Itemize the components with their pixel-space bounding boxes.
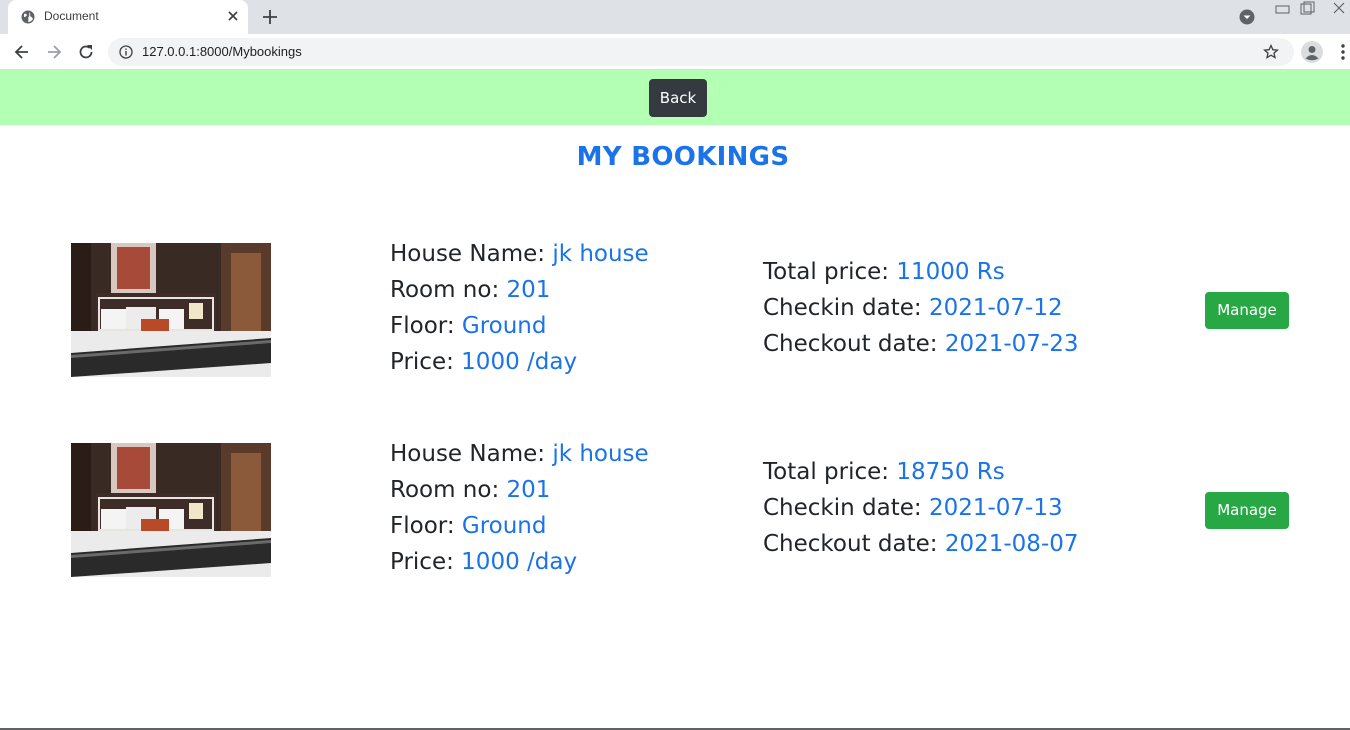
house-name-row: House Name: jk house xyxy=(390,436,649,472)
floor-label: Floor: xyxy=(390,513,462,539)
house-name-label: House Name: xyxy=(390,241,553,267)
checkin-row: Checkin date: 2021-07-12 xyxy=(763,290,1079,326)
manage-button[interactable]: Manage xyxy=(1205,492,1289,529)
room-no-row: Room no: 201 xyxy=(390,272,649,308)
total-price-value: 18750 Rs xyxy=(896,459,1005,485)
room-no-label: Room no: xyxy=(390,277,507,303)
house-name-value: jk house xyxy=(552,241,649,267)
checkin-value: 2021-07-12 xyxy=(928,295,1063,321)
house-name-row: House Name: jk house xyxy=(390,236,649,272)
checkout-value: 2021-08-07 xyxy=(944,531,1079,557)
checkout-row: Checkout date: 2021-07-23 xyxy=(763,326,1079,362)
booking-card: House Name: jk house Room no: 201 Floor:… xyxy=(0,430,1350,580)
info-icon[interactable] xyxy=(119,45,133,59)
price-row: Price: 1000 /day xyxy=(390,544,649,580)
profile-avatar-icon[interactable] xyxy=(1301,41,1323,63)
price-label: Price: xyxy=(390,549,462,575)
forward-arrow-icon[interactable] xyxy=(44,42,64,62)
close-icon[interactable] xyxy=(224,7,242,25)
total-price-value: 11000 Rs xyxy=(896,259,1005,285)
booking-card: House Name: jk house Room no: 201 Floor:… xyxy=(0,230,1350,380)
room-no-label: Room no: xyxy=(390,477,507,503)
room-no-value: 201 xyxy=(506,477,551,503)
tab-title: Document xyxy=(44,9,99,23)
browser-toolbar: 127.0.0.1:8000/Mybookings xyxy=(0,34,1350,70)
room-details: House Name: jk house Room no: 201 Floor:… xyxy=(390,236,649,380)
top-nav-bar: Back xyxy=(0,70,1350,125)
url-text[interactable]: 127.0.0.1:8000/Mybookings xyxy=(142,44,302,59)
total-price-row: Total price: 11000 Rs xyxy=(763,254,1079,290)
checkout-label: Checkout date: xyxy=(763,531,945,557)
total-price-row: Total price: 18750 Rs xyxy=(763,454,1079,490)
booking-details: Total price: 11000 Rs Checkin date: 2021… xyxy=(763,254,1079,362)
price-label: Price: xyxy=(390,349,462,375)
house-name-label: House Name: xyxy=(390,441,553,467)
window-close-icon[interactable] xyxy=(1326,0,1350,18)
house-name-value: jk house xyxy=(552,441,649,467)
back-button[interactable]: Back xyxy=(649,79,707,117)
manage-button[interactable]: Manage xyxy=(1205,292,1289,329)
total-price-label: Total price: xyxy=(763,459,897,485)
price-value: 1000 /day xyxy=(461,549,578,575)
checkin-row: Checkin date: 2021-07-13 xyxy=(763,490,1079,526)
room-details: House Name: jk house Room no: 201 Floor:… xyxy=(390,436,649,580)
minimize-icon[interactable] xyxy=(1270,0,1294,18)
price-row: Price: 1000 /day xyxy=(390,344,649,380)
checkout-label: Checkout date: xyxy=(763,331,945,357)
floor-value: Ground xyxy=(461,513,547,539)
floor-value: Ground xyxy=(461,313,547,339)
globe-icon xyxy=(21,10,35,24)
tab-search-icon[interactable] xyxy=(1239,9,1255,25)
restore-icon[interactable] xyxy=(1295,0,1319,18)
checkin-value: 2021-07-13 xyxy=(928,495,1063,521)
reload-icon[interactable] xyxy=(76,42,96,62)
floor-row: Floor: Ground xyxy=(390,508,649,544)
booking-details: Total price: 18750 Rs Checkin date: 2021… xyxy=(763,454,1079,562)
room-photo xyxy=(71,243,271,377)
bookmark-star-icon[interactable] xyxy=(1263,44,1279,60)
menu-kebab-icon[interactable] xyxy=(1336,42,1350,62)
floor-label: Floor: xyxy=(390,313,462,339)
total-price-label: Total price: xyxy=(763,259,897,285)
checkout-value: 2021-07-23 xyxy=(944,331,1079,357)
browser-tabstrip: Document xyxy=(0,0,1350,34)
checkout-row: Checkout date: 2021-08-07 xyxy=(763,526,1079,562)
address-bar[interactable]: 127.0.0.1:8000/Mybookings xyxy=(108,38,1294,66)
checkin-label: Checkin date: xyxy=(763,295,929,321)
back-arrow-icon[interactable] xyxy=(12,42,32,62)
price-value: 1000 /day xyxy=(461,349,578,375)
new-tab-icon[interactable] xyxy=(260,7,280,27)
browser-tab[interactable]: Document xyxy=(8,0,248,34)
room-no-value: 201 xyxy=(506,277,551,303)
checkin-label: Checkin date: xyxy=(763,495,929,521)
floor-row: Floor: Ground xyxy=(390,308,649,344)
page-title: MY BOOKINGS xyxy=(576,142,790,172)
room-photo xyxy=(71,443,271,577)
room-no-row: Room no: 201 xyxy=(390,472,649,508)
